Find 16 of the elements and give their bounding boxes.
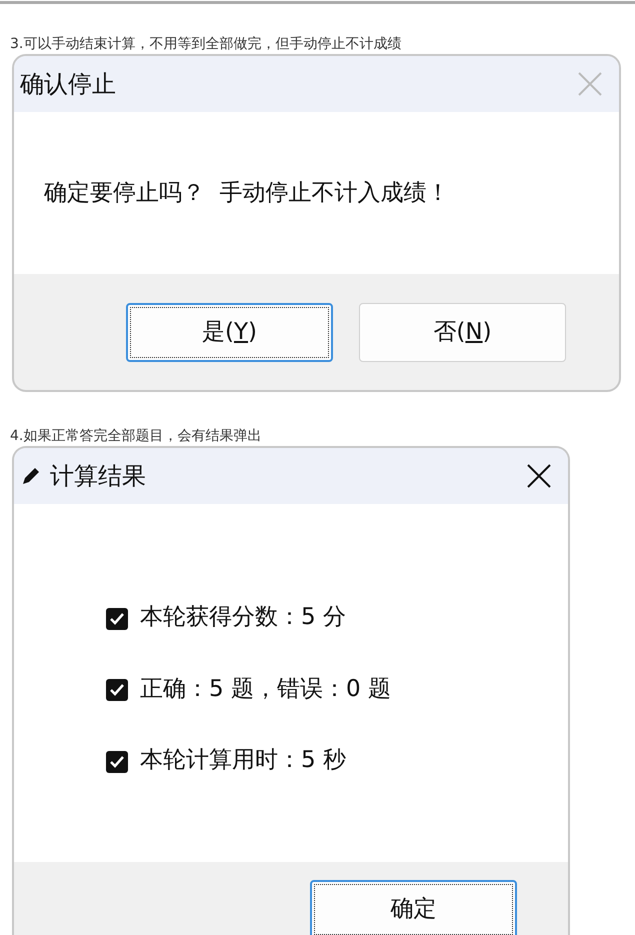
checkbox[interactable] — [106, 606, 128, 628]
checkbox-label: 本轮获得分数：5 分 — [140, 603, 346, 632]
checkbox-label: 本轮计算用时：5 秒 — [140, 746, 346, 775]
dialog-title: 计算结果 — [50, 461, 146, 492]
dialog-button[interactable]: 确定 — [310, 880, 517, 935]
dialog-button[interactable]: 是(Y) — [126, 302, 333, 362]
close-icon — [577, 71, 603, 97]
caption-text: 4.如果正常答完全部题目，会有结果弹出 — [10, 427, 262, 446]
checkbox[interactable] — [106, 749, 128, 772]
dialog-button[interactable]: 否(N) — [359, 302, 566, 362]
checkbox[interactable] — [106, 678, 128, 700]
dialog-title: 确认停止 — [20, 69, 116, 100]
dialog-message: 确定要停止吗？ 手动停止不计入成绩！ — [44, 178, 450, 208]
caption-text: 3.可以手动结束计算，不用等到全部做完，但手动停止不计成绩 — [10, 35, 402, 54]
checkbox-label: 正确：5 题，错误：0 题 — [140, 674, 391, 704]
close-icon — [526, 463, 552, 489]
